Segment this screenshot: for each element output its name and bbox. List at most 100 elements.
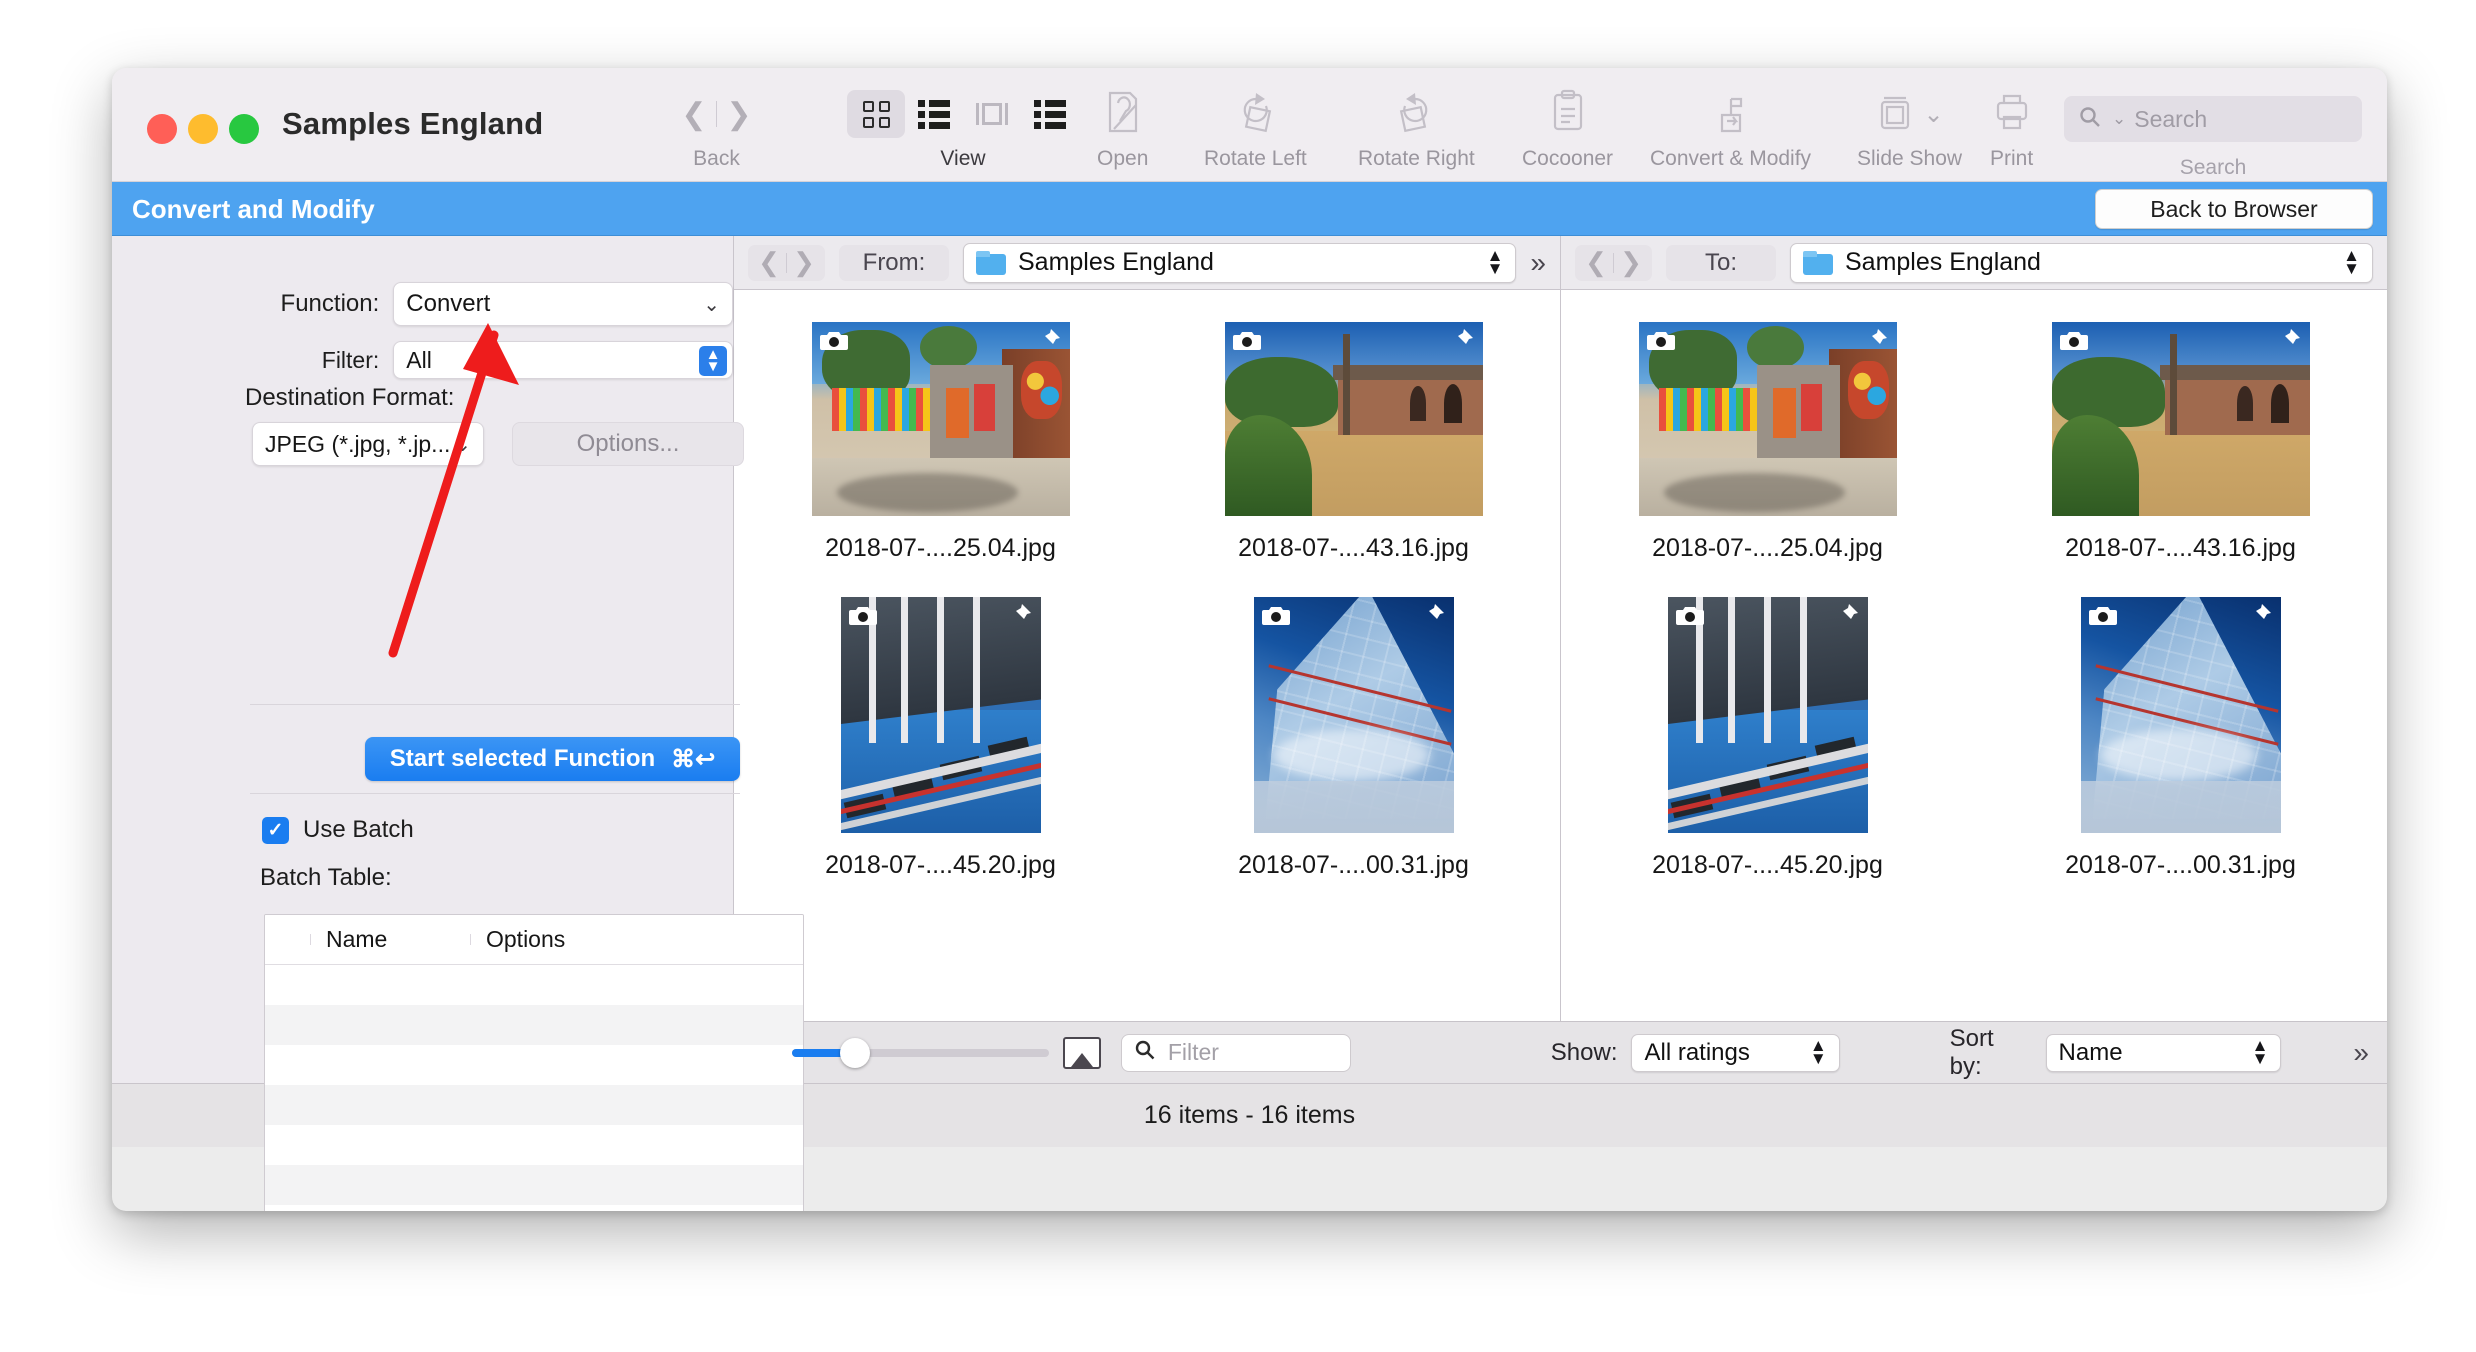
stepper-updown-icon: ▲ ▼ [2343, 245, 2360, 278]
batch-table[interactable]: Name Options [264, 914, 804, 1211]
thumbnail-large-icon[interactable] [1063, 1036, 1101, 1069]
pin-badge-icon [1002, 602, 1036, 630]
close-button[interactable] [147, 114, 177, 144]
divider [250, 793, 740, 794]
toolbar-group-cocooner[interactable]: Cocooner [1522, 88, 1613, 171]
stepper-updown-icon: ▲ ▼ [1486, 245, 1504, 278]
view-detail-icon[interactable] [1021, 90, 1079, 138]
destination-nav-arrows[interactable]: ❮ ❯ [1575, 244, 1652, 281]
browser-toolbar-overflow-icon[interactable]: » [2353, 1037, 2369, 1069]
start-selected-function-button[interactable]: Start selected Function ⌘↩ [365, 737, 740, 781]
source-folder-select[interactable]: Samples England ▲ ▼ [963, 242, 1517, 283]
rotate-left-icon [1232, 89, 1278, 140]
thumbnail-image[interactable] [1224, 322, 1483, 516]
view-filmstrip-icon[interactable] [963, 90, 1021, 138]
search-scope-chevron-icon[interactable]: ⌄ [2112, 109, 2126, 129]
batch-table-header: Name Options [265, 915, 803, 965]
slider-knob[interactable] [839, 1037, 870, 1068]
function-select[interactable]: Convert ⌄ [393, 282, 733, 326]
thumbnail-image[interactable] [811, 322, 1070, 516]
thumbnail-image[interactable] [2051, 322, 2310, 516]
destination-back-icon[interactable]: ❮ [1579, 247, 1613, 278]
options-button[interactable]: Options... [512, 422, 744, 466]
table-row[interactable] [265, 1085, 803, 1125]
list-item[interactable]: 2018-07-....45.20.jpg [734, 597, 1147, 880]
filter-input[interactable]: Filter [1120, 1033, 1351, 1072]
source-overflow-icon[interactable]: » [1530, 247, 1546, 279]
list-item[interactable]: 2018-07-....43.16.jpg [1974, 322, 2387, 563]
filter-row: Filter: All ▲ ▼ [112, 341, 733, 379]
destination-folder-select[interactable]: Samples England ▲ ▼ [1790, 242, 2373, 283]
thumbnail-image[interactable] [840, 597, 1041, 833]
slide-show-chevron-down-icon[interactable]: ⌄ [1923, 100, 1943, 129]
back-to-browser-button[interactable]: Back to Browser [2095, 189, 2373, 229]
batch-table-label: Batch Table: [260, 864, 392, 891]
photo-glass-walkway [1667, 597, 1868, 833]
use-batch-row[interactable]: ✓ Use Batch [262, 816, 414, 844]
window-titlebar: Samples England ❮ ❯ Back View Open Rotat… [112, 68, 2387, 182]
show-select[interactable]: All ratings ▲ ▼ [1631, 1033, 1840, 1072]
minimize-button[interactable] [188, 114, 218, 144]
table-row[interactable] [265, 1205, 803, 1211]
table-row[interactable] [265, 1125, 803, 1165]
search-input[interactable]: ⌄ Search [2064, 96, 2362, 142]
list-item[interactable]: 2018-07-....45.20.jpg [1561, 597, 1974, 880]
window-body: Function: Convert ⌄ Filter: All ▲ ▼ Desti… [112, 236, 2387, 1211]
forward-arrow-icon[interactable]: ❯ [717, 92, 761, 136]
camera-badge-icon [2057, 327, 2091, 355]
source-nav-arrows[interactable]: ❮ ❯ [748, 244, 825, 281]
pin-badge-icon [1829, 602, 1863, 630]
list-item[interactable]: 2018-07-....25.04.jpg [1561, 322, 1974, 563]
camera-badge-icon [817, 327, 851, 355]
toolbar-group-convert-modify[interactable]: Convert & Modify [1650, 88, 1811, 171]
pin-badge-icon [1858, 327, 1892, 355]
batch-column-options[interactable]: Options [470, 926, 670, 953]
list-item-label: 2018-07-....45.20.jpg [825, 851, 1056, 879]
convert-modify-bar: Convert and Modify Back to Browser [112, 182, 2387, 236]
destination-format-select[interactable]: JPEG (*.jpg, *.jp... ⌄ [252, 422, 484, 466]
list-item[interactable]: 2018-07-....43.16.jpg [1147, 322, 1560, 563]
toolbar-group-slide-show[interactable]: ⌄ Slide Show [1857, 88, 1962, 171]
pin-badge-icon [2242, 602, 2276, 630]
source-back-icon[interactable]: ❮ [752, 247, 786, 278]
list-item-label: 2018-07-....43.16.jpg [2065, 534, 2296, 562]
source-forward-icon[interactable]: ❯ [787, 247, 821, 278]
thumbnail-image[interactable] [1638, 322, 1897, 516]
toolbar-back-label: Back [693, 147, 740, 170]
thumbnail-image[interactable] [1667, 597, 1868, 833]
toolbar-group-open[interactable]: Open [1097, 88, 1148, 171]
view-list-icon[interactable] [905, 90, 963, 138]
table-row[interactable] [265, 965, 803, 1005]
app-window: Samples England ❮ ❯ Back View Open Rotat… [112, 68, 2387, 1211]
print-icon [1992, 89, 2032, 140]
source-folder-name: Samples England [1018, 248, 1214, 276]
destination-forward-icon[interactable]: ❯ [1614, 247, 1648, 278]
search-icon [1134, 1039, 1158, 1067]
list-item[interactable]: 2018-07-....00.31.jpg [1974, 597, 2387, 880]
thumbnail-image[interactable] [1253, 597, 1454, 833]
zoom-button[interactable] [229, 114, 259, 144]
sort-by-select[interactable]: Name ▲ ▼ [2045, 1033, 2282, 1072]
thumbnail-size-slider[interactable] [791, 1037, 1050, 1068]
pin-badge-icon [1444, 327, 1478, 355]
list-item[interactable]: 2018-07-....25.04.jpg [734, 322, 1147, 563]
use-batch-checkbox[interactable]: ✓ [262, 816, 289, 844]
filter-select[interactable]: All ▲ ▼ [393, 341, 733, 379]
table-row[interactable] [265, 1005, 803, 1045]
list-item[interactable]: 2018-07-....00.31.jpg [1147, 597, 1560, 880]
pin-badge-icon [2271, 327, 2305, 355]
back-arrow-icon[interactable]: ❮ [672, 92, 716, 136]
search-placeholder-text: Search [2134, 105, 2208, 132]
toolbar-rotate-right-label: Rotate Right [1358, 147, 1475, 170]
view-grid-icon[interactable] [847, 90, 905, 138]
table-row[interactable] [265, 1045, 803, 1085]
toolbar-group-rotate-left[interactable]: Rotate Left [1204, 88, 1307, 171]
thumbnail-image[interactable] [2080, 597, 2281, 833]
batch-column-name[interactable]: Name [310, 926, 470, 953]
table-row[interactable] [265, 1165, 803, 1205]
toolbar-group-view: View [847, 88, 1079, 171]
toolbar-group-print[interactable]: Print [1990, 88, 2033, 171]
destination-path-bar: ❮ ❯ To: Samples England ▲ ▼ [1561, 236, 2387, 290]
toolbar-group-rotate-right[interactable]: Rotate Right [1358, 88, 1475, 171]
toolbar-group-back: ❮ ❯ Back [672, 88, 761, 171]
